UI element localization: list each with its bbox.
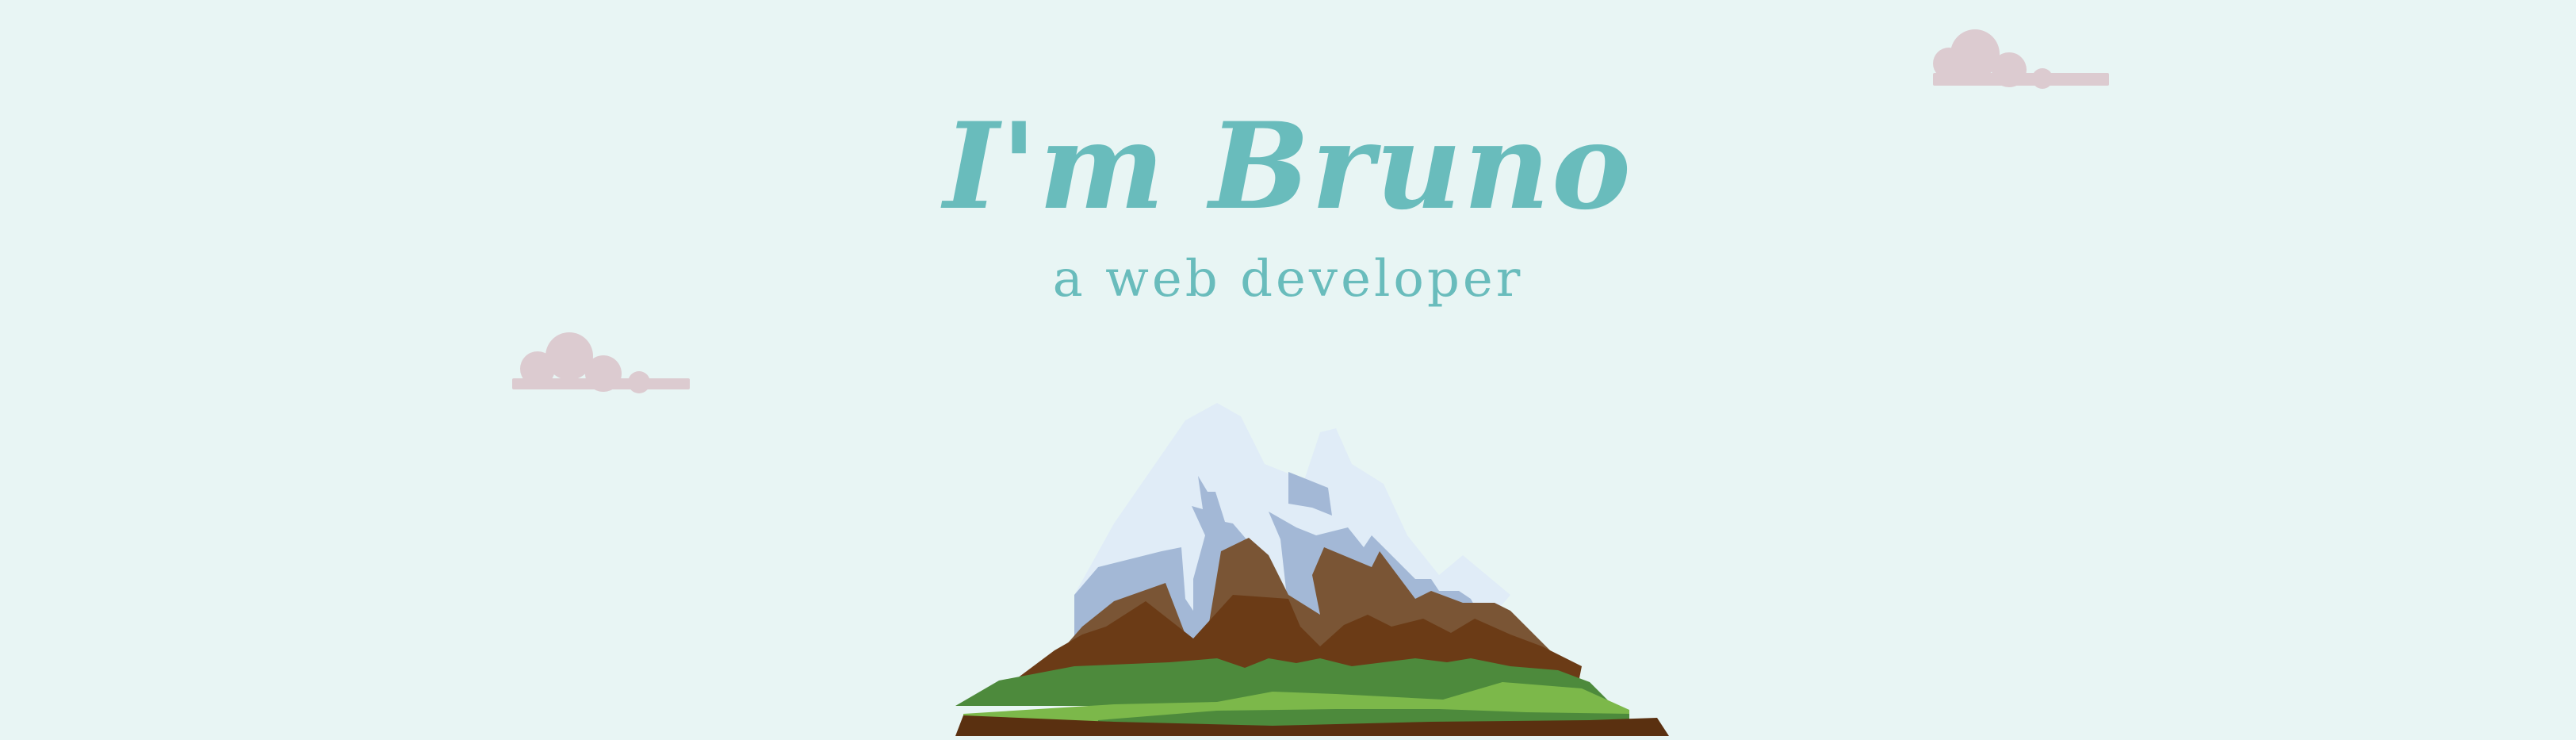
hero-section: I'm Bruno a web developer	[0, 0, 2576, 740]
mountain-illustration	[955, 403, 1669, 736]
cloud-icon	[1933, 29, 2109, 89]
cloud-icon	[512, 332, 690, 393]
page-title: I'm Bruno	[943, 97, 1632, 236]
page-subtitle: a web developer	[1052, 250, 1524, 309]
